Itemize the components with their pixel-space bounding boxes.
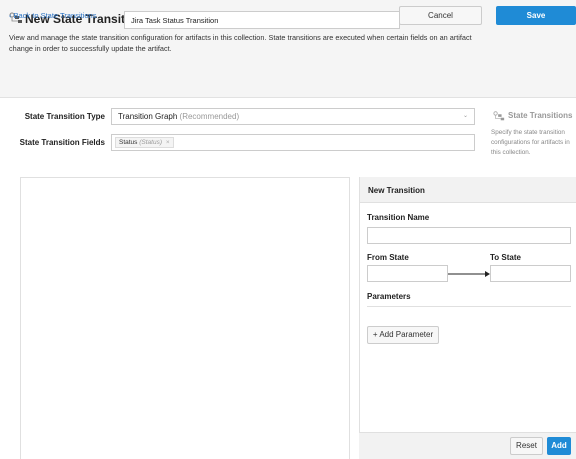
action-bar xyxy=(0,68,576,98)
state-transition-icon xyxy=(493,111,505,121)
transition-type-select[interactable]: Transition Graph (Recommended) ⌄ xyxy=(111,108,475,125)
cancel-button[interactable]: Cancel xyxy=(399,6,482,25)
field-tag: Status (Status) × xyxy=(115,137,174,148)
type-hint: (Recommended) xyxy=(179,112,240,121)
parameters-label: Parameters xyxy=(367,292,411,301)
chevron-down-icon: ⌄ xyxy=(462,113,468,119)
from-state-label: From State xyxy=(367,253,409,262)
back-link-label: Back to State Transitions xyxy=(13,11,97,20)
help-title: State Transitions xyxy=(508,111,573,120)
panel-header: New Transition xyxy=(360,177,576,203)
transition-name-field[interactable]: Jira Task Status Transition xyxy=(124,11,400,29)
transition-name-label: Transition Name xyxy=(367,213,430,222)
transition-name-input[interactable] xyxy=(367,227,571,244)
arrow-right-icon xyxy=(448,271,490,277)
fields-label: State Transition Fields xyxy=(19,138,105,147)
to-state-input[interactable] xyxy=(490,265,571,282)
help-description: Specify the state transition configurati… xyxy=(491,129,570,156)
to-state-label: To State xyxy=(490,253,521,262)
type-value: Transition Graph xyxy=(118,112,178,121)
type-label: State Transition Type xyxy=(24,112,105,121)
save-button[interactable]: Save xyxy=(496,6,576,25)
transition-graph-canvas[interactable] xyxy=(20,177,350,459)
from-state-input[interactable] xyxy=(367,265,448,282)
reset-button[interactable]: Reset xyxy=(510,437,543,455)
remove-tag-icon[interactable]: × xyxy=(166,139,170,146)
panel-footer xyxy=(359,432,576,459)
field-tag-hint: (Status) xyxy=(139,139,163,146)
page-description: View and manage the state transition con… xyxy=(9,33,472,53)
add-parameter-button[interactable]: + Add Parameter xyxy=(367,326,439,344)
divider xyxy=(367,306,571,307)
add-button[interactable]: Add xyxy=(547,437,571,455)
field-tag-label: Status xyxy=(119,139,138,146)
chevron-left-icon: ‹ xyxy=(9,11,12,20)
transition-fields-input[interactable]: Status (Status) × xyxy=(111,134,475,151)
panel-title: New Transition xyxy=(368,186,425,195)
back-link[interactable]: ‹ Back to State Transitions xyxy=(9,11,96,20)
